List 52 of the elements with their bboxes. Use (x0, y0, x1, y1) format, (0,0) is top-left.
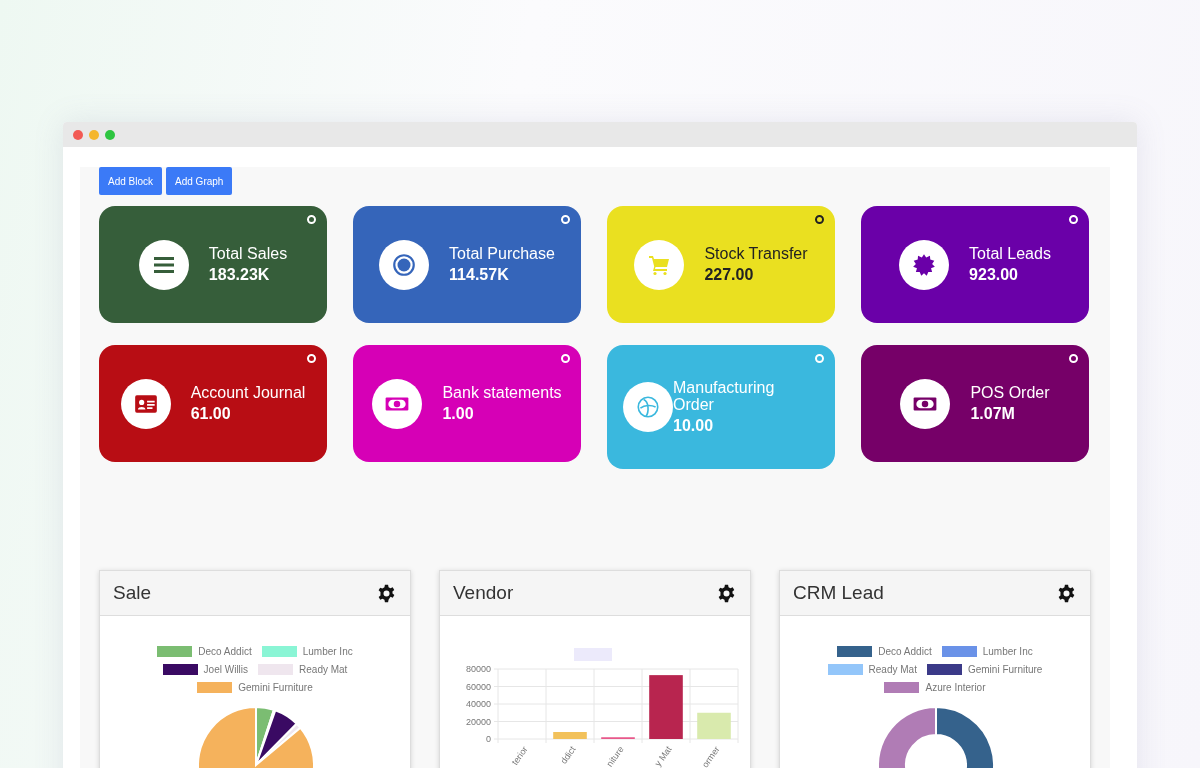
stat-card[interactable]: Total Leads 923.00 (861, 206, 1089, 323)
panel-title: Vendor (453, 582, 514, 604)
card-title: Total Leads (969, 245, 1051, 262)
card-title: Total Purchase (449, 245, 555, 262)
card-title: Bank statements (442, 384, 562, 401)
card-value: 183.23K (208, 266, 271, 284)
panel-title: Sale (113, 582, 152, 604)
stat-card[interactable]: Account Journal 61.00 (99, 345, 327, 462)
card-title: POS Order (970, 384, 1050, 401)
stat-card[interactable]: POS Order 1.07M (861, 345, 1089, 462)
settings-icon[interactable] (717, 583, 736, 603)
card-value: 61.00 (190, 405, 232, 423)
card-value: 923.00 (969, 266, 1019, 284)
axis-tick-label: 80000 (465, 664, 491, 674)
maximize-dot-icon[interactable] (105, 129, 115, 140)
legend-label: Ready Mat (868, 664, 917, 675)
settings-icon[interactable] (377, 583, 396, 603)
stat-card[interactable]: Total Purchase 114.57K (353, 206, 581, 323)
legend-label: Deco Addict (198, 646, 252, 657)
axis-tick-label: 0 (486, 734, 491, 744)
toolbar-button[interactable]: Add Block (99, 167, 163, 195)
card-title: Stock Transfer (704, 245, 808, 262)
axis-tick-label: 60000 (465, 681, 491, 692)
close-dot-icon[interactable] (73, 129, 83, 140)
card-value: 1.00 (442, 405, 475, 423)
legend-label: Deco Addict (878, 646, 932, 657)
minimize-dot-icon[interactable] (89, 129, 99, 140)
card-value: 10.00 (673, 417, 715, 435)
legend-label: Azure Interior (925, 682, 986, 693)
globe-icon (623, 382, 673, 432)
panel-title: CRM Lead (793, 582, 884, 604)
legend-label: Gemini Furniture (967, 664, 1043, 675)
stat-card[interactable]: Stock Transfer 227.00 (607, 206, 835, 323)
axis-tick-label: 40000 (465, 699, 491, 709)
card-value: 114.57K (449, 266, 510, 284)
legend-label: Ready Mat (299, 664, 348, 675)
legend-label: Joel Willis (203, 664, 249, 675)
legend-label: Lumber Inc (982, 646, 1033, 657)
axis-tick-label: 20000 (465, 716, 491, 727)
card-title: Total Sales (208, 245, 288, 262)
card-title: Account Journal (190, 384, 306, 401)
legend-label: Lumber Inc (302, 646, 353, 657)
stat-card[interactable]: Bank statements 1.00 (353, 345, 581, 462)
card-title: Manufacturing Order (673, 379, 776, 413)
toolbar-button[interactable]: Add Graph (166, 167, 233, 195)
category-label: y Mat (652, 744, 674, 768)
settings-dot-icon[interactable] (815, 215, 824, 224)
stat-card[interactable]: Total Sales 183.23K (99, 206, 327, 323)
settings-icon[interactable] (1057, 583, 1076, 603)
card-value: 227.00 (704, 266, 755, 284)
card-value: 1.07M (970, 405, 1016, 423)
legend-label: Gemini Furniture (238, 682, 313, 693)
